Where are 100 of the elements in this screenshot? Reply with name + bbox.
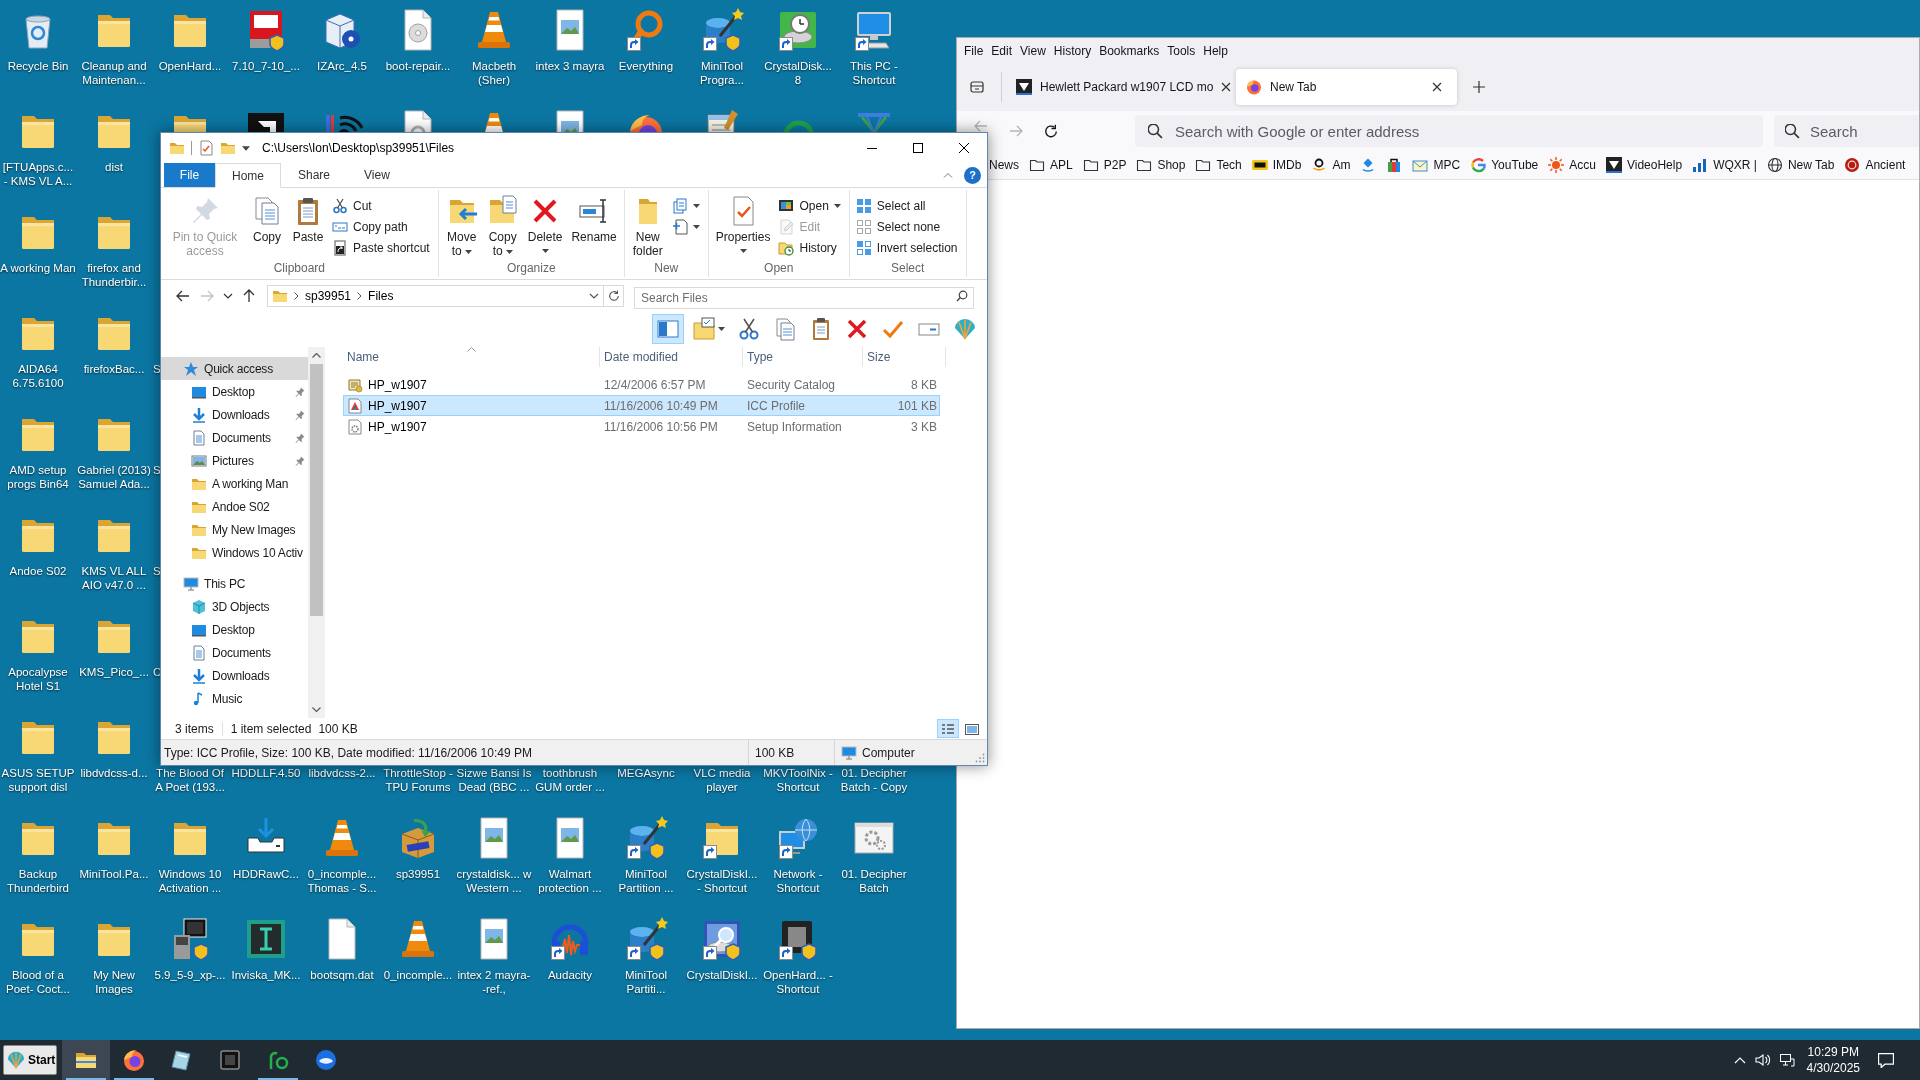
copy-path-button[interactable]: Copy path bbox=[329, 216, 433, 237]
desktop-item-label[interactable]: libdvdcss-d... bbox=[76, 766, 152, 780]
desktop-item-label[interactable]: Macbeth (Sher) bbox=[456, 59, 532, 87]
desktop-item-label[interactable]: [FTUApps.c... - KMS VL A... bbox=[0, 160, 76, 188]
desktop-item-label[interactable]: Sizwe Bansi Is Dead (BBC ... bbox=[456, 766, 532, 794]
nav-item[interactable]: Quick access bbox=[161, 357, 308, 380]
nav-item[interactable]: Pictures bbox=[161, 449, 308, 472]
bookmark[interactable]: Accu bbox=[1544, 153, 1600, 177]
nav-item[interactable]: Windows 10 Activ bbox=[161, 541, 308, 564]
desktop-item-label[interactable]: MiniTool Partition ... bbox=[608, 867, 684, 895]
desktop-item-label[interactable]: S bbox=[153, 362, 161, 376]
desktop-item-label[interactable]: MEGAsync bbox=[608, 766, 684, 780]
move-to-button[interactable]: Move to bbox=[441, 193, 482, 258]
search-field[interactable]: Search Files bbox=[634, 286, 974, 309]
bookmark[interactable]: YouTube bbox=[1466, 153, 1543, 177]
desktop-item-label[interactable]: Andoe S02 bbox=[0, 564, 76, 578]
desktop-item-label[interactable]: MiniTool Progra... bbox=[684, 59, 760, 87]
nav-item[interactable]: This PC bbox=[161, 572, 308, 595]
bookmark[interactable]: Tech bbox=[1191, 153, 1246, 177]
invert-selection-button[interactable]: Invert selection bbox=[852, 237, 961, 258]
desktop-item-label[interactable]: Cleanup and Maintenan... bbox=[76, 59, 152, 87]
desktop-item-label[interactable]: The Blood Of A Poet (193... bbox=[152, 766, 228, 794]
desktop-item-label[interactable]: 01. Decipher Batch - Copy bbox=[836, 766, 912, 794]
bookmark[interactable]: Ancient bbox=[1840, 153, 1910, 177]
menu-item[interactable]: View bbox=[1016, 39, 1050, 62]
column-header[interactable]: Type bbox=[743, 347, 863, 367]
browser-tab[interactable]: Hewlett Packard w1907 LCD mo bbox=[1006, 69, 1232, 105]
desktop-item-label[interactable]: Windows 10 Activation ... bbox=[152, 867, 228, 895]
desktop-item-label[interactable]: HDDLLF.4.50 bbox=[228, 766, 304, 780]
copy-button[interactable]: Copy bbox=[247, 193, 287, 244]
desktop-item-label[interactable]: Audacity bbox=[532, 968, 608, 982]
nav-item[interactable]: Downloads bbox=[161, 664, 308, 687]
scroll-up-icon[interactable] bbox=[312, 353, 321, 358]
delete-button[interactable]: Delete bbox=[523, 193, 567, 253]
scrollbar-thumb[interactable] bbox=[310, 364, 323, 616]
nav-item[interactable]: Andoe S02 bbox=[161, 495, 308, 518]
nav-item[interactable]: Downloads bbox=[161, 403, 308, 426]
desktop-item-label[interactable]: MiniTool.Pa... bbox=[76, 867, 152, 881]
bookmark[interactable]: New Tab bbox=[1762, 153, 1839, 177]
desktop-item-label[interactable]: S bbox=[153, 564, 161, 578]
bookmark[interactable]: WQXR | bbox=[1688, 153, 1761, 177]
scrollbar[interactable] bbox=[308, 347, 325, 718]
file-row[interactable]: HP_w1907 11/16/2006 10:49 PM ICC Profile 101 KB bbox=[343, 395, 940, 416]
desktop-item-label[interactable]: OpenHard... bbox=[152, 59, 228, 73]
bookmark[interactable]: IMDb bbox=[1247, 153, 1306, 177]
desktop-item-label[interactable]: firefoxBac... bbox=[76, 362, 152, 376]
help-button[interactable]: ? bbox=[964, 166, 981, 184]
desktop-item-label[interactable]: CrystalDiskI... - Shortcut bbox=[684, 867, 760, 895]
new-folder-button[interactable]: New folder bbox=[627, 193, 668, 258]
desktop-item-label[interactable]: 5.9_5-9_xp-... bbox=[152, 968, 228, 982]
address-field[interactable]: Search with Google or enter address bbox=[1135, 115, 1763, 147]
desktop-item-label[interactable]: 7.10_7-10_... bbox=[228, 59, 304, 73]
desktop-item-label[interactable]: KMS_Pico_... bbox=[76, 665, 152, 679]
copy-to-button[interactable]: Copy to bbox=[482, 193, 523, 258]
desktop-item-label[interactable]: Apocalypse Hotel S1 bbox=[0, 665, 76, 693]
file-tab[interactable]: File bbox=[164, 163, 215, 187]
menu-item[interactable]: History bbox=[1049, 39, 1096, 62]
desktop-item-label[interactable]: intex 3 mayra bbox=[532, 59, 608, 73]
menu-item[interactable]: Edit bbox=[987, 39, 1017, 62]
details-view-button[interactable] bbox=[937, 719, 959, 738]
ribbon-tab[interactable]: Share bbox=[281, 163, 348, 187]
scroll-down-icon[interactable] bbox=[312, 707, 321, 712]
address-bar[interactable]: sp39951 Files bbox=[267, 284, 604, 307]
desktop-item-label[interactable]: Blood of a Poet- Coct... bbox=[0, 968, 76, 996]
menu-item[interactable]: Tools bbox=[1163, 39, 1200, 62]
desktop-item-label[interactable]: My New Images bbox=[76, 968, 152, 996]
bookmark[interactable]: Shop bbox=[1132, 153, 1190, 177]
desktop-item-label[interactable]: IZArc_4.5 bbox=[304, 59, 380, 73]
nav-item[interactable]: 3D Objects bbox=[161, 595, 308, 618]
bookmark[interactable]: P2P bbox=[1078, 153, 1131, 177]
nav-item[interactable]: My New Images bbox=[161, 518, 308, 541]
browser-tab[interactable]: New Tab bbox=[1236, 69, 1457, 105]
desktop-item-label[interactable]: KMS VL ALL AIO v47.0 ... bbox=[76, 564, 152, 592]
column-header[interactable]: Size bbox=[863, 347, 946, 367]
desktop-item-label[interactable]: Network - Shortcut bbox=[760, 867, 836, 895]
file-row[interactable]: HP_w1907 11/16/2006 10:56 PM Setup Information 3 KB bbox=[343, 416, 940, 437]
desktop-item-label[interactable]: CrystalDiskI... bbox=[684, 968, 760, 982]
breadcrumb[interactable]: Files bbox=[368, 286, 394, 305]
search-field[interactable]: Search bbox=[1774, 115, 1919, 147]
nav-item[interactable]: A working Man bbox=[161, 472, 308, 495]
desktop-item-label[interactable]: ASUS SETUP support disl bbox=[0, 766, 76, 794]
ribbon-tab[interactable]: View bbox=[347, 163, 407, 187]
open-button[interactable]: Open bbox=[775, 195, 844, 216]
desktop-item-label[interactable]: OpenHard... - Shortcut bbox=[760, 968, 836, 996]
properties-button[interactable]: Properties bbox=[711, 193, 775, 253]
taskbar-button[interactable] bbox=[62, 1040, 110, 1080]
desktop-item-label[interactable]: This PC - Shortcut bbox=[836, 59, 912, 87]
nav-item[interactable]: Desktop bbox=[161, 618, 308, 641]
desktop-item-label[interactable]: S bbox=[153, 463, 161, 477]
desktop-item-label[interactable]: sp39951 bbox=[380, 867, 456, 881]
bookmark[interactable]: News bbox=[985, 153, 1023, 177]
column-header[interactable]: Name bbox=[343, 347, 600, 367]
menu-item[interactable]: File bbox=[960, 39, 988, 62]
clock-time[interactable]: 10:29 PM bbox=[1807, 1044, 1859, 1060]
desktop-item-label[interactable]: Inviska_MK... bbox=[228, 968, 304, 982]
desktop-item-label[interactable]: VLC media player bbox=[684, 766, 760, 794]
desktop-item-label[interactable]: Walmart protection ... bbox=[532, 867, 608, 895]
desktop-item-label[interactable]: bootsqm.dat bbox=[304, 968, 380, 982]
bookmark[interactable]: Am bbox=[1307, 153, 1355, 177]
desktop-item-label[interactable]: 01. Decipher Batch bbox=[836, 867, 912, 895]
